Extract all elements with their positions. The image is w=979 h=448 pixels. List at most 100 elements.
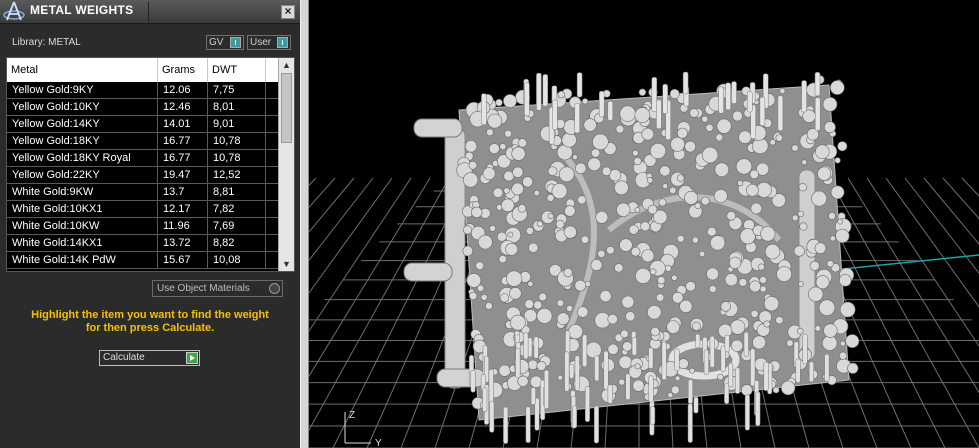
panel-titlebar[interactable]: METAL WEIGHTS ×: [0, 0, 300, 24]
metal-cell: White Gold:9KW: [7, 184, 158, 200]
instruction-text: Highlight the item you want to find the …: [10, 309, 290, 335]
prong: [574, 103, 580, 134]
column-header-dwt[interactable]: DWT: [208, 58, 266, 82]
bead: [551, 183, 568, 199]
bead: [691, 321, 701, 331]
bead: [618, 378, 626, 386]
grid-line: [942, 177, 979, 220]
prong: [488, 369, 494, 405]
bead: [572, 154, 578, 160]
bead: [607, 313, 618, 325]
grams-cell: 12.06: [158, 82, 208, 98]
prong: [693, 396, 699, 414]
bead: [469, 291, 478, 301]
table-row[interactable]: White Gold:9KW 13.7 8,81: [7, 184, 279, 201]
prong: [759, 96, 766, 127]
calculate-button[interactable]: Calculate: [99, 350, 200, 366]
bead: [677, 174, 685, 182]
bead: [591, 148, 601, 158]
bead: [769, 139, 776, 146]
bead: [567, 324, 583, 340]
bead: [738, 130, 752, 144]
user-toggle[interactable]: User: [247, 35, 291, 50]
bead: [546, 193, 555, 202]
bead: [527, 280, 534, 287]
table-row[interactable]: Yellow Gold:14KY 14.01 9,01: [7, 116, 279, 133]
bead: [691, 236, 699, 244]
bead: [585, 341, 602, 359]
prong: [576, 72, 583, 98]
metal-table: Metal Grams DWT Yellow Gold:9KY 12.06 7,75…: [6, 57, 295, 272]
bead: [705, 123, 714, 132]
grid-line: [866, 177, 979, 347]
grams-cell: 11.96: [158, 218, 208, 234]
table-row[interactable]: Yellow Gold:9KY 12.06 7,75: [7, 82, 279, 99]
prong: [648, 347, 654, 369]
bead: [595, 210, 609, 224]
metal-cell: White Gold:10KW: [7, 218, 158, 234]
bead: [577, 306, 589, 318]
bead: [496, 231, 507, 242]
bead: [628, 224, 639, 235]
table-scrollbar[interactable]: ▲ ▼: [278, 58, 294, 271]
bead: [505, 242, 518, 256]
bead: [577, 195, 587, 205]
bead: [616, 202, 631, 217]
bead: [793, 245, 805, 257]
jewelry-model[interactable]: [403, 71, 860, 444]
table-row[interactable]: White Gold:14KX1 13.72 8,82: [7, 235, 279, 252]
bead: [763, 296, 780, 312]
table-row[interactable]: White Gold:14K PdW 15.67 10,08: [7, 252, 279, 269]
grams-cell: 16.77: [158, 150, 208, 166]
bead: [615, 124, 625, 134]
bead: [662, 183, 669, 189]
bead: [759, 276, 767, 284]
bead: [689, 108, 699, 118]
bead: [818, 299, 836, 316]
bead: [708, 285, 717, 293]
bead: [574, 279, 587, 292]
grams-cell: 13.7: [158, 184, 208, 200]
panel-splitter[interactable]: [300, 0, 309, 448]
prong: [703, 349, 709, 375]
column-header-metal[interactable]: Metal: [7, 58, 158, 82]
table-row[interactable]: White Gold:10KW 11.96 7,69: [7, 218, 279, 235]
table-row[interactable]: Yellow Gold:18KY 16.77 10,78: [7, 133, 279, 150]
prong: [814, 72, 821, 97]
prong: [651, 77, 658, 113]
dwt-cell: 8,81: [208, 184, 266, 200]
prong: [744, 394, 750, 431]
bead: [509, 287, 522, 300]
gv-toggle[interactable]: GV: [206, 35, 244, 50]
bead: [749, 280, 761, 293]
bead: [650, 326, 660, 337]
bead: [506, 270, 523, 287]
bead: [634, 206, 641, 213]
use-object-materials-button[interactable]: Use Object Materials: [152, 280, 283, 297]
use-object-materials-label: Use Object Materials: [157, 283, 250, 294]
table-row[interactable]: Yellow Gold:10KY 12.46 8,01: [7, 99, 279, 116]
dwt-cell: 12,52: [208, 167, 266, 183]
bead: [791, 144, 799, 152]
bead: [536, 220, 544, 227]
dwt-cell: 8,82: [208, 235, 266, 251]
bead: [601, 166, 612, 177]
scroll-thumb[interactable]: [281, 73, 292, 143]
table-row[interactable]: White Gold:10KX1 12.17 7,82: [7, 201, 279, 218]
prong: [755, 391, 761, 427]
prong: [515, 347, 521, 379]
column-header-grams[interactable]: Grams: [158, 58, 208, 82]
axis-gizmo: Z Y: [344, 410, 382, 448]
3d-viewport[interactable]: Z Y: [309, 0, 979, 448]
scroll-up-icon[interactable]: ▲: [279, 58, 294, 72]
scroll-down-icon[interactable]: ▼: [279, 257, 294, 271]
table-row[interactable]: Yellow Gold:18KY Royal 16.77 10,78: [7, 150, 279, 167]
bead: [557, 90, 566, 99]
close-icon[interactable]: ×: [281, 5, 295, 19]
bead: [635, 267, 652, 284]
prong: [824, 353, 830, 382]
bead: [814, 325, 821, 332]
table-row[interactable]: Yellow Gold:22KY 19.47 12,52: [7, 167, 279, 184]
bead: [657, 276, 666, 285]
bead: [716, 118, 732, 134]
